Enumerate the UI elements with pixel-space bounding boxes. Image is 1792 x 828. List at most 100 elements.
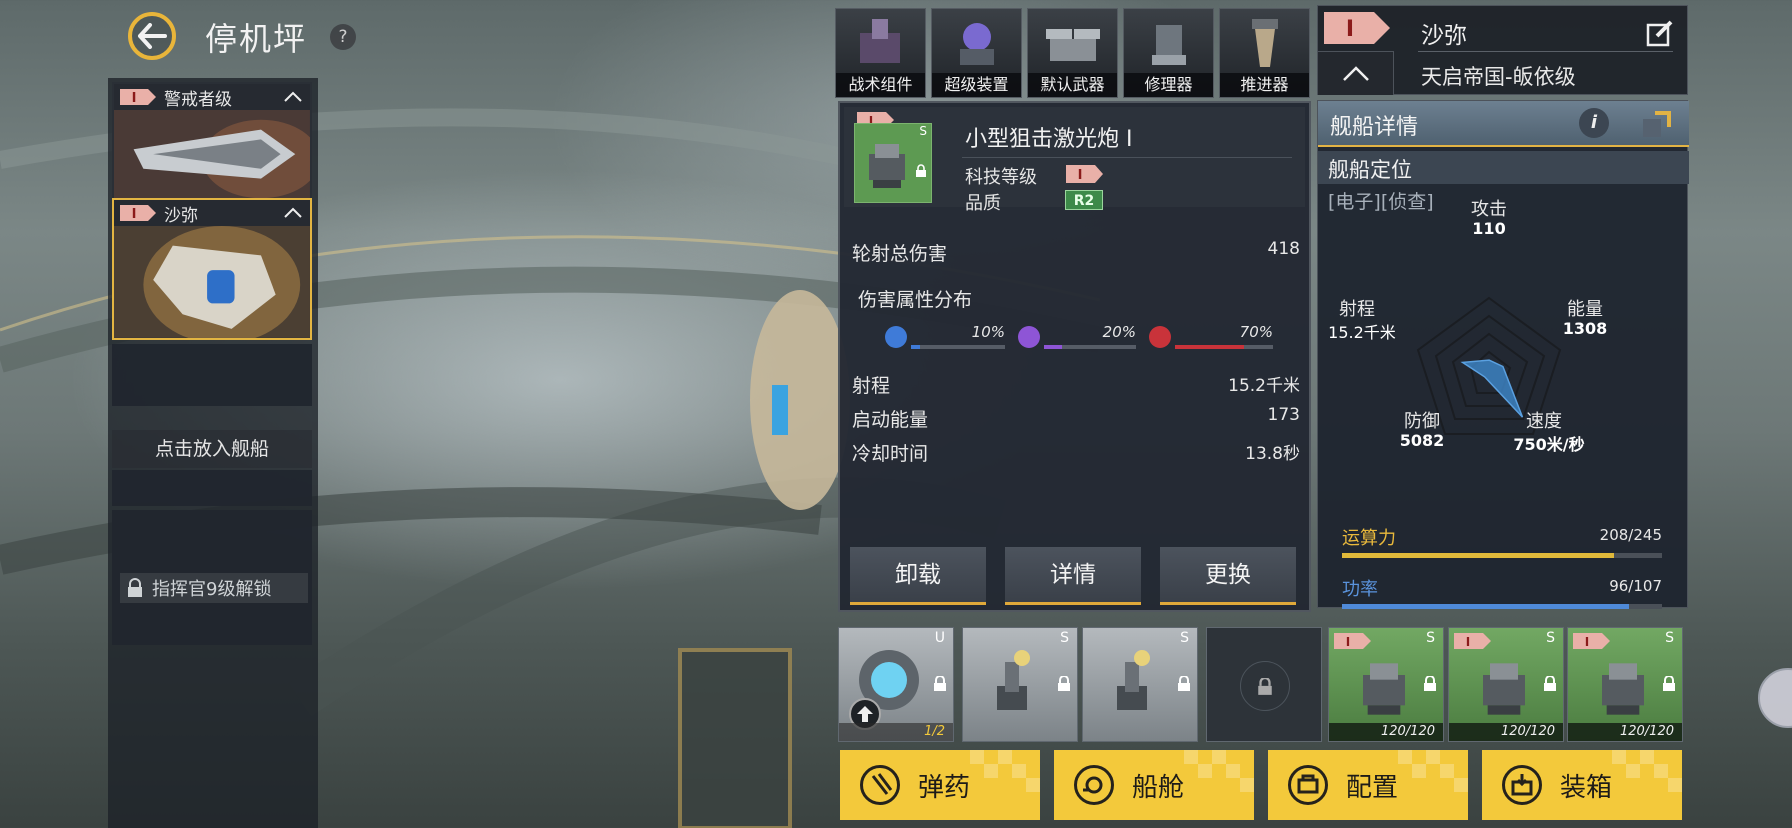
- svg-text:I: I: [1585, 635, 1589, 649]
- back-button[interactable]: [128, 12, 176, 60]
- power-label: 功率: [1342, 579, 1378, 600]
- help-icon[interactable]: ?: [330, 24, 356, 50]
- laser-cannon-icon: [1602, 663, 1644, 715]
- stat-value: 418: [1267, 239, 1300, 259]
- svg-text:I: I: [1346, 17, 1354, 42]
- radar-value-defense: 5082: [1399, 431, 1445, 450]
- compute-bar: [1342, 553, 1662, 558]
- collapse-button[interactable]: [1318, 51, 1394, 95]
- lock-icon: [1058, 676, 1070, 691]
- tab-default-weapon[interactable]: 默认武器: [1027, 8, 1118, 98]
- config-label: 配置: [1346, 773, 1399, 803]
- slot-type-tag: S: [1060, 630, 1069, 646]
- stat-label: 射程: [852, 375, 891, 397]
- tab-tactical-component[interactable]: 战术组件: [835, 8, 926, 98]
- arrow-left-icon: [138, 23, 167, 49]
- stat-label: 轮射总伤害: [852, 243, 948, 265]
- ship-name: 沙弥: [164, 205, 198, 226]
- damage-bar: [911, 345, 1005, 349]
- unlock-tip: 指挥官9级解锁: [120, 573, 308, 603]
- damage-pct: 70%: [1239, 323, 1273, 341]
- thruster-icon: [1252, 19, 1278, 67]
- slot-laser-1[interactable]: I S 120/120: [1328, 627, 1444, 742]
- slot-locked: [1206, 627, 1322, 742]
- ammo-button[interactable]: 弹药: [840, 750, 1040, 820]
- compute-value: 208/245: [1599, 526, 1662, 544]
- rank-badge-icon: I: [120, 205, 156, 222]
- damage-bar-fill: [1044, 345, 1063, 349]
- slot-laser-3[interactable]: I S 120/120: [1567, 627, 1683, 742]
- config-button[interactable]: 配置: [1268, 750, 1468, 820]
- checker-pattern: [970, 750, 1040, 792]
- svg-text:I: I: [1466, 635, 1470, 649]
- default-weapon-icon: [1046, 29, 1100, 61]
- svg-text:I: I: [1346, 635, 1350, 649]
- chevron-up-icon[interactable]: [282, 203, 304, 223]
- ship-name: 沙弥: [1421, 23, 1467, 49]
- turret-icon: [1117, 650, 1150, 710]
- lock-icon: [1544, 676, 1556, 691]
- damage-dist-electric: 10%: [885, 323, 1005, 353]
- electric-icon: [885, 326, 907, 348]
- slot-tag: S: [919, 124, 927, 138]
- tech-level-badge-icon: I: [1066, 165, 1103, 183]
- edit-icon[interactable]: [1645, 18, 1675, 48]
- damage-bar-fill: [911, 345, 921, 349]
- empty-ship-slot[interactable]: [112, 470, 312, 506]
- rank-badge-icon: I: [1324, 12, 1390, 44]
- divider: [1418, 51, 1673, 52]
- rank-badge-icon: I: [1334, 633, 1371, 649]
- stat-value: 173: [1267, 405, 1300, 425]
- slot-weapon-s1[interactable]: S: [962, 627, 1078, 742]
- slot-ultimate[interactable]: U 1/2: [838, 627, 954, 742]
- lock-icon: [128, 578, 142, 597]
- checker-pattern: [1184, 750, 1254, 792]
- lock-icon: [1424, 676, 1436, 691]
- cabin-label: 船舱: [1132, 773, 1185, 803]
- details-button[interactable]: 详情: [1005, 547, 1141, 605]
- slot-type-tag: S: [1426, 630, 1435, 646]
- unload-button[interactable]: 卸载: [850, 547, 986, 605]
- quality-label: 品质: [965, 193, 1001, 214]
- hangar-ship-list: I 警戒者级 I 沙弥 点击放入舰船 指挥官9级解锁: [108, 78, 318, 828]
- unlock-tip-text: 指挥官9级解锁: [152, 579, 272, 600]
- tab-label: 战术组件: [836, 73, 925, 97]
- tech-level-label: 科技等级: [965, 167, 1037, 188]
- cabin-button[interactable]: 船舱: [1054, 750, 1254, 820]
- cabin-icon: [1074, 765, 1114, 805]
- ship-detail-panel: 舰船详情 i 舰船定位 [电子][侦查] 攻击 110 能量 1308 速度 7…: [1317, 100, 1689, 609]
- radar-value-range: 15.2千米: [1328, 323, 1396, 342]
- tab-super-device[interactable]: 超级装置: [931, 8, 1022, 98]
- damage-dist-kinetic: 70%: [1149, 323, 1273, 353]
- ship-card-jingjiezhe[interactable]: I 警戒者级: [112, 82, 312, 199]
- lock-icon: [1258, 678, 1272, 695]
- chevron-up-icon: [1343, 66, 1369, 81]
- packing-icon: [1502, 765, 1542, 805]
- tab-thruster[interactable]: 推进器: [1219, 8, 1310, 98]
- put-ship-label[interactable]: 点击放入舰船: [112, 430, 312, 468]
- ammo-label: 弹药: [918, 773, 971, 803]
- radar-value-attack: 110: [1472, 219, 1506, 238]
- packing-button[interactable]: 装箱: [1482, 750, 1682, 820]
- lock-icon: [1178, 676, 1190, 691]
- empty-ship-slot[interactable]: [112, 344, 312, 406]
- tab-label: 修理器: [1124, 73, 1213, 97]
- radar-value-energy: 1308: [1562, 319, 1608, 338]
- radar-label-defense: 防御: [1404, 411, 1440, 432]
- slot-count: 120/120: [1329, 723, 1443, 741]
- svg-text:I: I: [132, 91, 137, 106]
- ship-card-shami[interactable]: I 沙弥: [112, 198, 312, 340]
- tab-repairer[interactable]: 修理器: [1123, 8, 1214, 98]
- ammo-icon: [860, 765, 900, 805]
- chevron-up-icon[interactable]: [282, 87, 304, 107]
- slot-weapon-s2[interactable]: S: [1082, 627, 1198, 742]
- replace-button[interactable]: 更换: [1160, 547, 1296, 605]
- damage-bar: [1175, 345, 1273, 349]
- weapon-header: I S 小型狙击激光炮 I 科技等级 I 品质 R2: [844, 107, 1305, 214]
- lock-icon: [916, 164, 926, 177]
- tab-label: 默认武器: [1028, 73, 1117, 97]
- slot-type-tag: U: [934, 630, 945, 646]
- stat-label: 冷却时间: [852, 443, 929, 465]
- slot-laser-2[interactable]: I S 120/120: [1448, 627, 1564, 742]
- tactical-component-icon: [860, 19, 900, 63]
